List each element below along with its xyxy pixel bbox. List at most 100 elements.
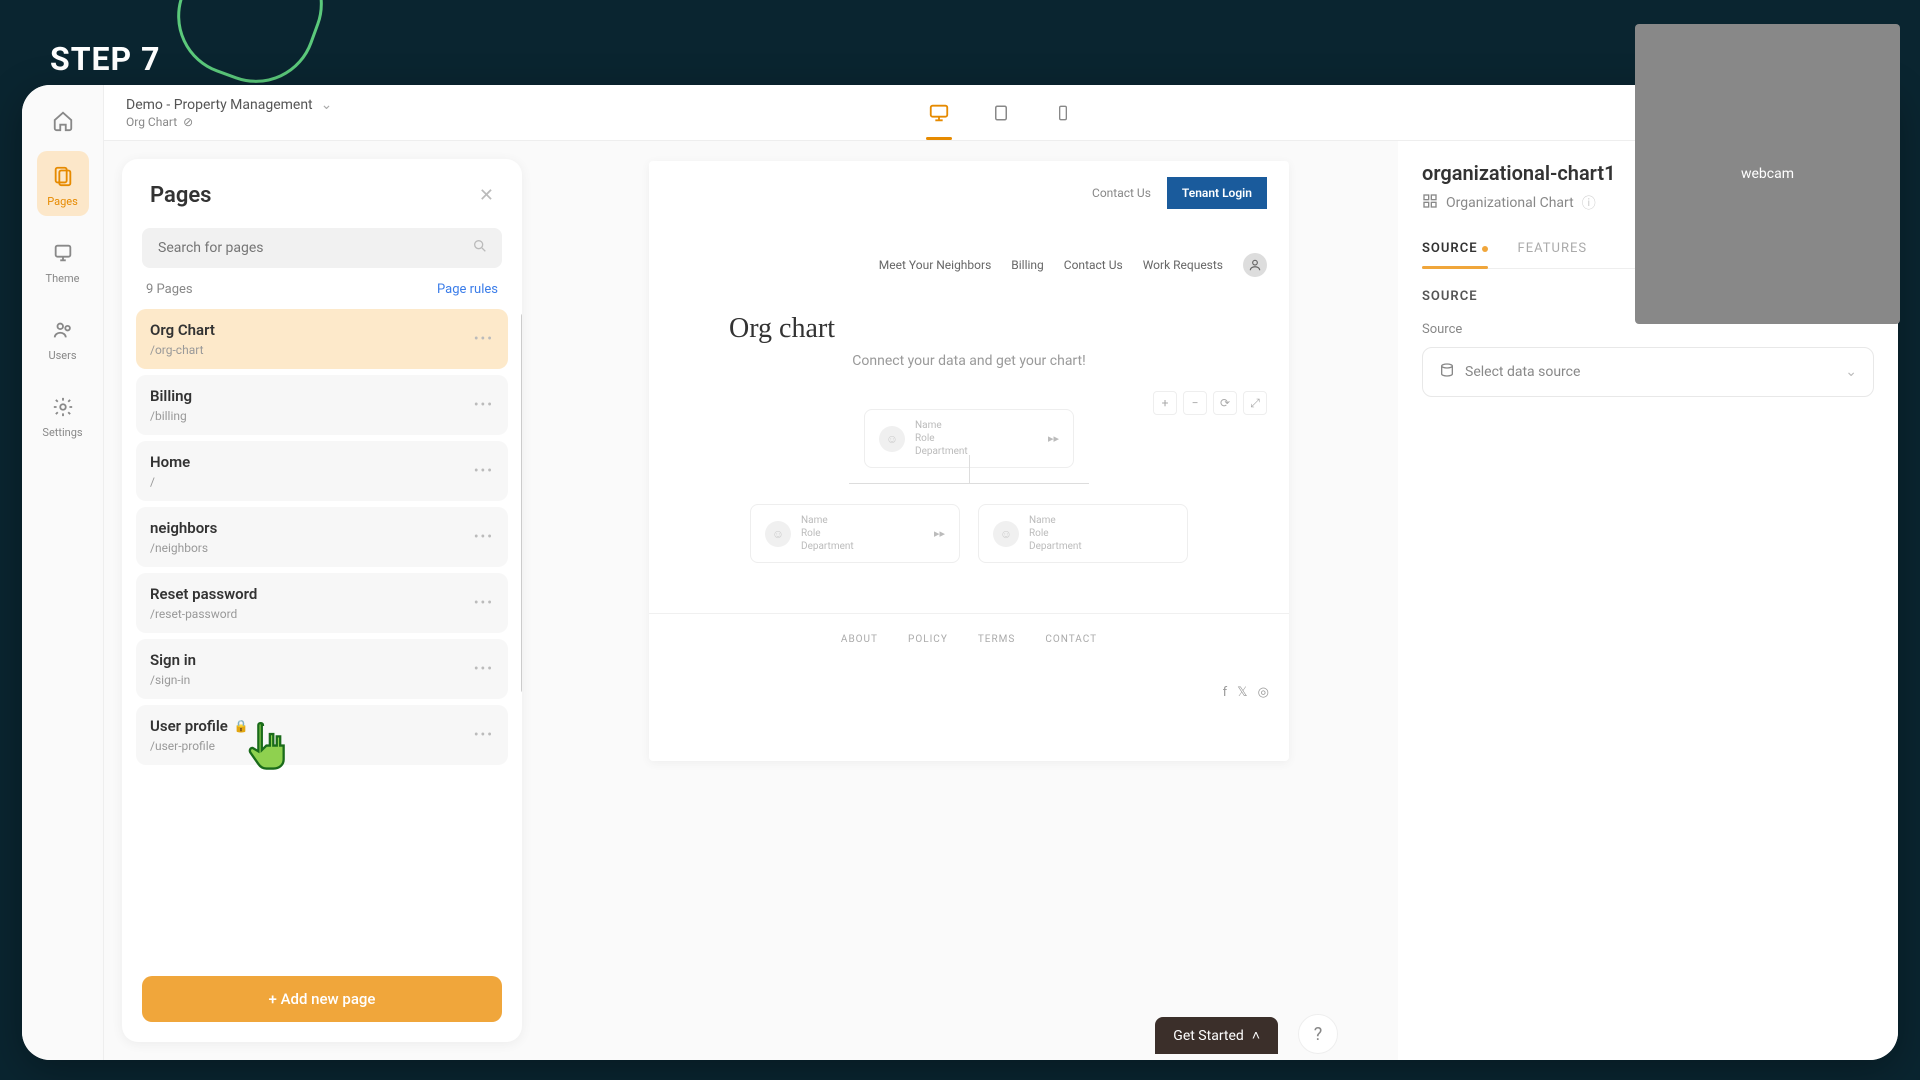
info-icon[interactable]: ⓘ [1582,193,1596,213]
instagram-icon[interactable]: ◎ [1258,685,1269,700]
page-item-reset-password[interactable]: Reset password /reset-password ••• [136,573,508,633]
more-icon[interactable]: ••• [474,331,494,347]
search-icon [472,238,488,258]
more-icon[interactable]: ••• [474,529,494,545]
node-name: Name [801,515,854,526]
search-input[interactable] [142,228,502,268]
page-path: /user-profile [150,739,249,753]
device-switcher [920,94,1082,132]
page-name: Org Chart [150,321,215,339]
link-icon[interactable]: ⊘ [183,115,193,129]
footer-link[interactable]: CONTACT [1045,634,1097,645]
rail-users-label: Users [48,349,76,362]
tab-features[interactable]: FEATURES [1518,241,1588,268]
canvas-area: Contact Us Tenant Login Meet Your Neighb… [540,141,1398,1060]
footer-link[interactable]: ABOUT [841,634,878,645]
page-item-billing[interactable]: Billing /billing ••• [136,375,508,435]
node-dept: Department [915,446,968,457]
page-item-home[interactable]: Home / ••• [136,441,508,501]
page-item-neighbors[interactable]: neighbors /neighbors ••• [136,507,508,567]
tablet-device-button[interactable] [982,94,1020,132]
page-path: /neighbors [150,541,217,555]
page-name: Sign in [150,651,196,669]
more-icon[interactable]: ••• [474,727,494,743]
lock-icon: 🔒 [234,719,249,733]
page-path: / [150,475,190,489]
nav-link[interactable]: Meet Your Neighbors [879,258,991,272]
x-icon[interactable]: 𝕏 [1237,685,1247,700]
chevron-up-icon: ˄ [1252,1027,1260,1044]
source-select[interactable]: Select data source ⌄ [1422,347,1874,397]
page-path: /reset-password [150,607,257,621]
help-button[interactable]: ? [1298,1014,1338,1054]
desktop-device-button[interactable] [920,94,958,132]
node-name: Name [1029,515,1082,526]
users-icon [50,317,76,343]
page-path: /org-chart [150,343,215,357]
expand-icon[interactable]: ▸▸ [1048,432,1059,445]
page-name: Home [150,453,190,471]
page-item-sign-in[interactable]: Sign in /sign-in ••• [136,639,508,699]
org-chart: ☺ Name Role Department ▸▸ ☺ [649,399,1289,593]
rail-pages-label: Pages [47,195,78,208]
pages-count: 9 Pages [146,282,193,297]
contact-us-link[interactable]: Contact Us [1092,186,1151,200]
more-icon[interactable]: ••• [474,595,494,611]
tenant-login-button[interactable]: Tenant Login [1167,177,1267,209]
nav-link[interactable]: Billing [1011,258,1044,272]
page-list: Org Chart /org-chart ••• Billing /billin… [122,309,522,960]
grid-icon [1422,193,1438,213]
org-node[interactable]: ☺ Name Role Department [978,504,1188,563]
page-item-user-profile[interactable]: User profile 🔒 /user-profile ••• [136,705,508,765]
rail-pages[interactable]: Pages [37,151,89,216]
page-rules-link[interactable]: Page rules [437,282,498,297]
close-icon[interactable]: ✕ [479,185,494,206]
tab-source-label: SOURCE [1422,241,1478,256]
scrollbar[interactable] [521,313,522,693]
more-icon[interactable]: ••• [474,661,494,677]
avatar-icon: ☺ [879,426,905,452]
page-path: /billing [150,409,192,423]
page-item-org-chart[interactable]: Org Chart /org-chart ••• [136,309,508,369]
rail-settings-label: Settings [42,426,82,439]
source-select-placeholder: Select data source [1465,364,1580,380]
rail-settings[interactable]: Settings [37,382,89,447]
home-icon[interactable] [45,103,81,139]
more-icon[interactable]: ••• [474,463,494,479]
rail-users[interactable]: Users [37,305,89,370]
get-started-label: Get Started [1173,1028,1244,1044]
footer-link[interactable]: TERMS [978,634,1015,645]
app-header: Demo - Property Management ⌄ Org Chart ⊘… [104,85,1898,141]
rail-theme-label: Theme [46,272,80,285]
page-path: /sign-in [150,673,196,687]
page-name: User profile 🔒 [150,717,249,735]
page-canvas[interactable]: Contact Us Tenant Login Meet Your Neighb… [649,161,1289,761]
mobile-device-button[interactable] [1044,94,1082,132]
nav-link[interactable]: Work Requests [1143,258,1223,272]
avatar-icon: ☺ [765,521,791,547]
app-window: Pages Theme Users Settings Demo - Proper… [22,85,1898,1060]
expand-icon[interactable]: ▸▸ [934,527,945,540]
org-node[interactable]: ☺ Name Role Department ▸▸ [750,504,960,563]
add-page-button[interactable]: + Add new page [142,976,502,1022]
left-rail: Pages Theme Users Settings [22,85,104,1060]
database-icon [1439,362,1455,382]
pages-icon [50,163,76,189]
indicator-dot-icon [1482,246,1488,252]
element-type: Organizational Chart [1446,195,1574,211]
rail-theme[interactable]: Theme [37,228,89,293]
avatar-icon: ☺ [993,521,1019,547]
avatar-icon[interactable] [1243,253,1267,277]
chevron-down-icon[interactable]: ⌄ [321,97,333,113]
tab-source[interactable]: SOURCE [1422,241,1488,268]
more-icon[interactable]: ••• [474,397,494,413]
theme-icon [50,240,76,266]
current-page-name: Org Chart [126,115,177,129]
gear-icon [50,394,76,420]
nav-link[interactable]: Contact Us [1064,258,1123,272]
facebook-icon[interactable]: f [1223,685,1228,700]
footer-link[interactable]: POLICY [908,634,948,645]
node-dept: Department [801,541,854,552]
canvas-title: Org chart [649,293,1289,353]
get-started-button[interactable]: Get Started ˄ [1155,1017,1278,1054]
